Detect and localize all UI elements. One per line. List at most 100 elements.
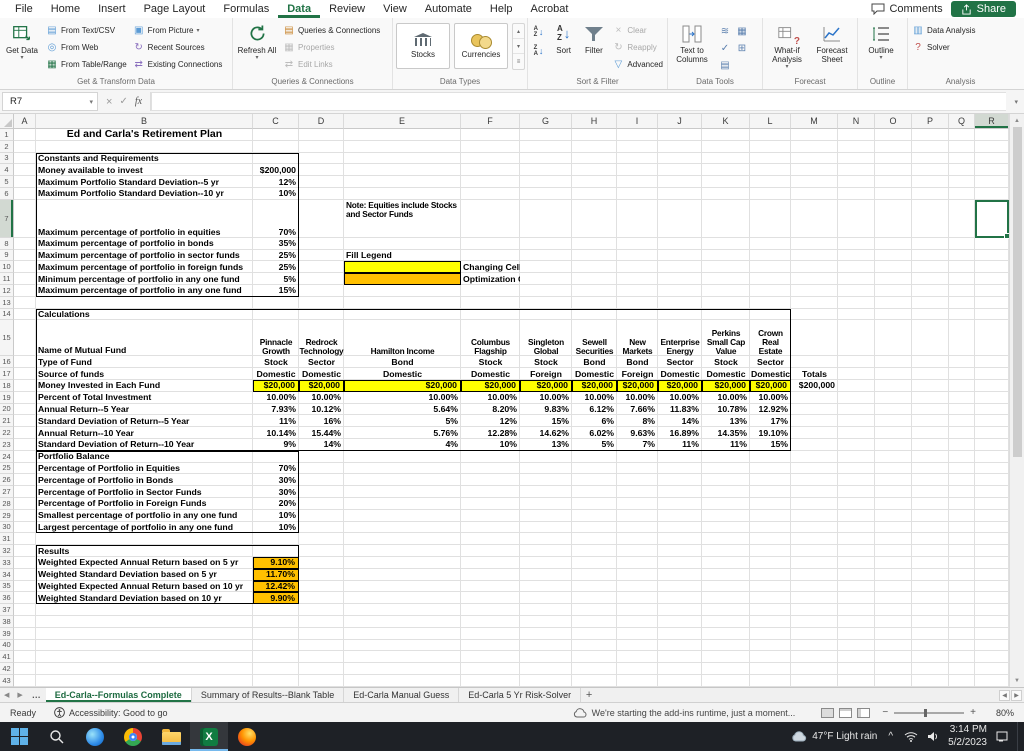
data-analysis-button[interactable]: ▥Data Analysis	[909, 22, 978, 39]
ribbon-tab-review[interactable]: Review	[320, 0, 374, 18]
sheet-tab-ed-carla-formulas-complete[interactable]: Ed-Carla--Formulas Complete	[46, 688, 192, 702]
recent-sources-button[interactable]: ↻Recent Sources	[130, 39, 226, 56]
zoom-slider[interactable]	[894, 712, 964, 714]
cell-J17[interactable]: Domestic	[658, 368, 702, 380]
cell-E18[interactable]: $20,000	[344, 380, 461, 392]
cell-C27[interactable]: 30%	[253, 486, 299, 498]
filter-button[interactable]: Filter	[578, 19, 609, 55]
row-header-4[interactable]: 4	[0, 164, 14, 176]
cell-C34[interactable]: 11.70%	[253, 569, 299, 581]
cell-D23[interactable]: 14%	[299, 439, 344, 451]
cell-E20[interactable]: 5.64%	[344, 404, 461, 416]
cell-L17[interactable]: Domestic	[750, 368, 791, 380]
ribbon-tab-help[interactable]: Help	[481, 0, 522, 18]
cell-E11[interactable]	[344, 273, 461, 285]
cell-B4[interactable]: Money available to invest	[36, 164, 253, 176]
row-header-3[interactable]: 3	[0, 153, 14, 165]
enter-button[interactable]: ✓	[119, 96, 127, 107]
column-header-R[interactable]: R	[975, 114, 1009, 129]
row-header-11[interactable]: 11	[0, 273, 14, 285]
cell-K15[interactable]: Perkins Small Cap Value	[702, 320, 750, 356]
cell-L15[interactable]: Crown Real Estate	[750, 320, 791, 356]
scroll-down-button[interactable]: ▼	[1014, 674, 1020, 687]
edit-links-button[interactable]: ⇄Edit Links	[280, 56, 383, 73]
cell-B35[interactable]: Weighted Expected Annual Return based on…	[36, 581, 253, 593]
row-header-38[interactable]: 38	[0, 616, 14, 628]
taskbar-search-button[interactable]	[38, 722, 76, 751]
cell-B10[interactable]: Maximum percentage of portfolio in forei…	[36, 261, 253, 273]
cell-J18[interactable]: $20,000	[658, 380, 702, 392]
cell-F16[interactable]: Stock	[461, 356, 520, 368]
cell-J21[interactable]: 14%	[658, 415, 702, 427]
cell-F20[interactable]: 8.20%	[461, 404, 520, 416]
comments-button[interactable]: Comments	[871, 3, 942, 15]
solver-button[interactable]: ?Solver	[909, 39, 978, 56]
cell-E16[interactable]: Bond	[344, 356, 461, 368]
cell-C19[interactable]: 10.00%	[253, 392, 299, 404]
cell-M17[interactable]: Totals	[791, 368, 838, 380]
row-header-31[interactable]: 31	[0, 533, 14, 545]
column-header-O[interactable]: O	[875, 114, 912, 129]
cell-C25[interactable]: 70%	[253, 463, 299, 475]
refresh-all-button[interactable]: Refresh All ▾	[234, 19, 280, 62]
cell-B29[interactable]: Smallest percentage of portfolio in any …	[36, 510, 253, 522]
new-sheet-button[interactable]: +	[581, 688, 597, 702]
cell-K19[interactable]: 10.00%	[702, 392, 750, 404]
cell-L19[interactable]: 10.00%	[750, 392, 791, 404]
cell-B3[interactable]: Constants and Requirements	[36, 153, 253, 165]
taskbar-weather[interactable]: 47°F Light rain	[791, 731, 877, 742]
row-header-16[interactable]: 16	[0, 356, 14, 368]
outline-button[interactable]: Outline ▾	[859, 19, 903, 62]
taskbar-clock[interactable]: 3:14 PM 5/2/2023	[948, 724, 987, 749]
cell-J16[interactable]: Sector	[658, 356, 702, 368]
ribbon-tab-file[interactable]: File	[6, 0, 42, 18]
row-header-39[interactable]: 39	[0, 628, 14, 640]
cell-B19[interactable]: Percent of Total Investment	[36, 392, 253, 404]
row-header-29[interactable]: 29	[0, 510, 14, 522]
hscroll-left-button[interactable]: ◀	[999, 690, 1010, 701]
column-header-I[interactable]: I	[617, 114, 658, 129]
cell-G21[interactable]: 15%	[520, 415, 572, 427]
column-header-E[interactable]: E	[344, 114, 461, 129]
cell-B9[interactable]: Maximum percentage of portfolio in secto…	[36, 250, 253, 262]
row-header-7[interactable]: 7	[0, 200, 14, 238]
data-validation-button[interactable]: ✓	[717, 40, 733, 56]
cell-B14[interactable]: Calculations	[36, 309, 253, 321]
cell-D22[interactable]: 15.44%	[299, 427, 344, 439]
vertical-scroll-thumb[interactable]	[1013, 127, 1022, 457]
cell-I17[interactable]: Foreign	[617, 368, 658, 380]
show-desktop-button[interactable]	[1017, 722, 1021, 751]
cell-L23[interactable]: 15%	[750, 439, 791, 451]
row-header-41[interactable]: 41	[0, 651, 14, 663]
cell-B34[interactable]: Weighted Standard Deviation based on 5 y…	[36, 569, 253, 581]
zoom-in-button[interactable]: +	[970, 707, 976, 718]
row-header-34[interactable]: 34	[0, 569, 14, 581]
column-header-A[interactable]: A	[14, 114, 36, 129]
row-header-19[interactable]: 19	[0, 392, 14, 404]
cell-B22[interactable]: Annual Return--10 Year	[36, 427, 253, 439]
cell-I22[interactable]: 9.63%	[617, 427, 658, 439]
cell-F15[interactable]: Columbus Flagship	[461, 320, 520, 356]
scroll-down-icon[interactable]: ▾	[513, 39, 524, 54]
start-button[interactable]	[0, 722, 38, 751]
sheet-tab-summary-of-results-blank-table[interactable]: Summary of Results--Blank Table	[192, 688, 344, 702]
cell-C30[interactable]: 10%	[253, 522, 299, 534]
reapply-button[interactable]: ↻Reapply	[609, 39, 666, 56]
cell-H20[interactable]: 6.12%	[572, 404, 617, 416]
from-text-csv-button[interactable]: ▤From Text/CSV	[43, 22, 130, 39]
sheet-nav-prev[interactable]: ◀	[0, 688, 13, 702]
cell-E10[interactable]	[344, 261, 461, 273]
cell-B32[interactable]: Results	[36, 545, 253, 557]
cell-H16[interactable]: Bond	[572, 356, 617, 368]
row-header-28[interactable]: 28	[0, 498, 14, 510]
row-header-14[interactable]: 14	[0, 309, 14, 321]
row-header-27[interactable]: 27	[0, 486, 14, 498]
column-header-N[interactable]: N	[838, 114, 875, 129]
ribbon-tab-formulas[interactable]: Formulas	[214, 0, 278, 18]
column-header-H[interactable]: H	[572, 114, 617, 129]
cell-B8[interactable]: Maximum percentage of portfolio in bonds	[36, 238, 253, 250]
row-header-2[interactable]: 2	[0, 141, 14, 153]
formula-input[interactable]	[151, 92, 1006, 111]
row-header-8[interactable]: 8	[0, 238, 14, 250]
sort-descending-button[interactable]: ZA ↓	[529, 43, 548, 59]
